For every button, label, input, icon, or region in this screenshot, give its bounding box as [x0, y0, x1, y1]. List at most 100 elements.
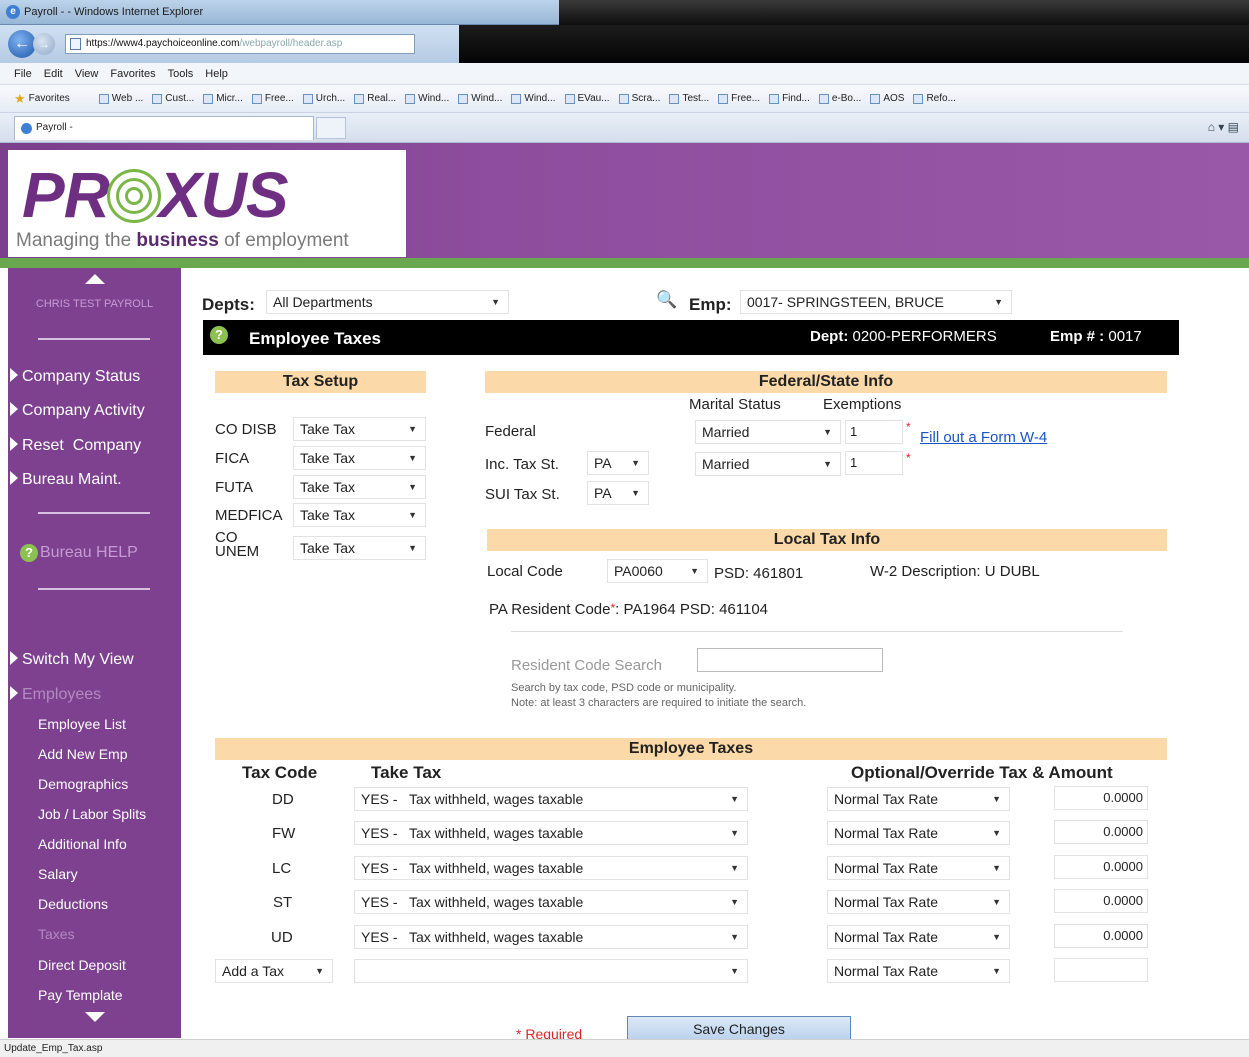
fav-item[interactable]: Free... [718, 93, 760, 104]
fav-item[interactable]: EVau... [564, 93, 610, 104]
menu-favorites[interactable]: Favorites [110, 68, 155, 80]
sidebar-item-bureau-maint[interactable]: Bureau Maint. [10, 471, 122, 489]
fav-item[interactable]: Cust... [152, 93, 194, 104]
menu-help[interactable]: Help [205, 68, 228, 80]
sidebar-sub-taxes[interactable]: Taxes [38, 926, 75, 942]
fav-item[interactable]: Micr... [203, 93, 243, 104]
resident-search-input[interactable] [697, 648, 883, 672]
rate-select[interactable]: Normal Tax Rate ▼ [827, 925, 1010, 949]
add-amount-input[interactable] [1054, 958, 1148, 982]
sidebar-divider [38, 512, 150, 514]
amount-input[interactable]: 0.0000 [1054, 924, 1148, 948]
triangle-right-icon [10, 471, 18, 485]
fav-item[interactable]: Find... [769, 93, 810, 104]
tab-payroll[interactable]: Payroll - [14, 115, 314, 140]
help-icon[interactable]: ? [210, 326, 230, 344]
co-unem-select[interactable]: Take Tax ▼ [293, 536, 426, 560]
sidebar-sub-pay-template[interactable]: Pay Template [38, 987, 123, 1003]
menu-edit[interactable]: Edit [44, 68, 63, 80]
take-tax-select[interactable]: YES - Tax withheld, wages taxable ▼ [354, 890, 748, 914]
amount-input[interactable]: 0.0000 [1054, 786, 1148, 810]
rate-select[interactable]: Normal Tax Rate ▼ [827, 821, 1010, 845]
sui-tax-st-select[interactable]: PA ▼ [587, 481, 649, 505]
federal-marital-select[interactable]: Married ▼ [695, 420, 841, 444]
add-take-tax-select[interactable]: ▼ [354, 959, 748, 983]
sidebar-item-reset-company[interactable]: Reset Company [10, 437, 141, 455]
take-tax-select[interactable]: YES - Tax withheld, wages taxable ▼ [354, 821, 748, 845]
medfica-select[interactable]: Take Tax ▼ [293, 503, 426, 527]
depts-select[interactable]: All Departments ▼ [266, 290, 509, 314]
sidebar-sub-demographics[interactable]: Demographics [38, 776, 128, 792]
state-marital-select[interactable]: Married ▼ [695, 452, 841, 476]
sidebar-item-company-status[interactable]: Company Status [10, 368, 140, 386]
tax-code-cell: DD [272, 791, 294, 808]
binoculars-icon[interactable]: 🔍 [656, 290, 677, 310]
url-input[interactable]: https://www4.paychoiceonline.com/webpayr… [65, 34, 415, 54]
sidebar-sub-additional-info[interactable]: Additional Info [38, 836, 127, 852]
fav-item[interactable]: e-Bo... [818, 93, 861, 104]
fav-item[interactable]: Wind... [458, 93, 502, 104]
home-icon[interactable]: ⌂ ▾ ▤ [1208, 120, 1239, 134]
back-button[interactable]: ← [8, 30, 36, 58]
sidebar-sub-employee-list[interactable]: Employee List [38, 716, 126, 732]
rate-select[interactable]: Normal Tax Rate ▼ [827, 787, 1010, 811]
take-tax-select[interactable]: YES - Tax withheld, wages taxable ▼ [354, 787, 748, 811]
add-rate-select[interactable]: Normal Tax Rate ▼ [827, 959, 1010, 983]
fav-item[interactable]: Free... [251, 93, 294, 104]
co-disb-select[interactable]: Take Tax ▼ [293, 417, 426, 441]
favorites-button[interactable]: ★ Favorites [14, 91, 70, 107]
federal-exemptions-input[interactable]: 1 [845, 420, 903, 444]
sidebar-item-switch-view[interactable]: Switch My View [10, 651, 134, 669]
fav-item[interactable]: AOS [870, 93, 904, 104]
fav-item[interactable]: Urch... [302, 93, 345, 104]
take-tax-select[interactable]: YES - Tax withheld, wages taxable ▼ [354, 856, 748, 880]
fav-item[interactable]: Test... [669, 93, 709, 104]
menu-file[interactable]: File [14, 68, 32, 80]
fica-select[interactable]: Take Tax ▼ [293, 446, 426, 470]
amount-input[interactable]: 0.0000 [1054, 889, 1148, 913]
sidebar-sub-job-labor-splits[interactable]: Job / Labor Splits [38, 806, 146, 822]
fav-item[interactable]: Wind... [405, 93, 449, 104]
local-code-select[interactable]: PA0060 ▼ [607, 559, 708, 583]
dept-value: 0200-PERFORMERS [848, 328, 997, 345]
select-value: YES - Tax withheld, wages taxable [361, 825, 584, 841]
fav-item[interactable]: Web ... [98, 93, 143, 104]
menu-view[interactable]: View [75, 68, 99, 80]
select-value: PA [594, 455, 612, 471]
amount-input[interactable]: 0.0000 [1054, 855, 1148, 879]
futa-select[interactable]: Take Tax ▼ [293, 475, 426, 499]
sidebar-sub-direct-deposit[interactable]: Direct Deposit [38, 957, 126, 973]
forward-button[interactable]: → [33, 33, 55, 55]
sidebar-sub-add-new-emp[interactable]: Add New Emp [38, 746, 127, 762]
fav-item[interactable]: Refo... [913, 93, 956, 104]
w4-link[interactable]: Fill out a Form W-4 [920, 429, 1047, 446]
fav-item[interactable]: Wind... [511, 93, 556, 104]
select-value: Take Tax [300, 507, 355, 523]
rate-select[interactable]: Normal Tax Rate ▼ [827, 856, 1010, 880]
bureau-help-link[interactable]: ? Bureau HELP [20, 544, 138, 562]
menu-tools[interactable]: Tools [168, 68, 194, 80]
emp-select[interactable]: 0017- SPRINGSTEEN, BRUCE ▼ [740, 290, 1012, 314]
rate-select[interactable]: Normal Tax Rate ▼ [827, 890, 1010, 914]
amount-input[interactable]: 0.0000 [1054, 820, 1148, 844]
take-tax-select[interactable]: YES - Tax withheld, wages taxable ▼ [354, 925, 748, 949]
fav-item[interactable]: Real... [354, 93, 396, 104]
inc-tax-st-select[interactable]: PA ▼ [587, 451, 649, 475]
select-value: Normal Tax Rate [834, 825, 939, 841]
new-tab-button[interactable] [316, 116, 346, 139]
state-exemptions-input[interactable]: 1 [845, 451, 903, 475]
sidebar-sub-salary[interactable]: Salary [38, 866, 78, 882]
client-name[interactable]: CHRIS TEST PAYROLL [8, 298, 181, 310]
sidebar-item-company-activity[interactable]: Company Activity [10, 402, 145, 420]
tax-code-cell: ST [273, 894, 293, 911]
fav-item[interactable]: Scra... [618, 93, 660, 104]
header-emp-num: Emp # : 0017 [1050, 328, 1142, 345]
scroll-up-icon[interactable] [85, 274, 105, 284]
add-tax-select[interactable]: Add a Tax ▼ [215, 959, 333, 983]
sidebar-item-employees[interactable]: Employees [10, 686, 101, 704]
sidebar-sub-deductions[interactable]: Deductions [38, 896, 108, 912]
scroll-down-icon[interactable] [85, 1012, 105, 1022]
dropdown-arrow-icon: ▼ [823, 427, 832, 437]
select-value: YES - Tax withheld, wages taxable [361, 860, 584, 876]
local-tax-divider [511, 631, 1123, 632]
